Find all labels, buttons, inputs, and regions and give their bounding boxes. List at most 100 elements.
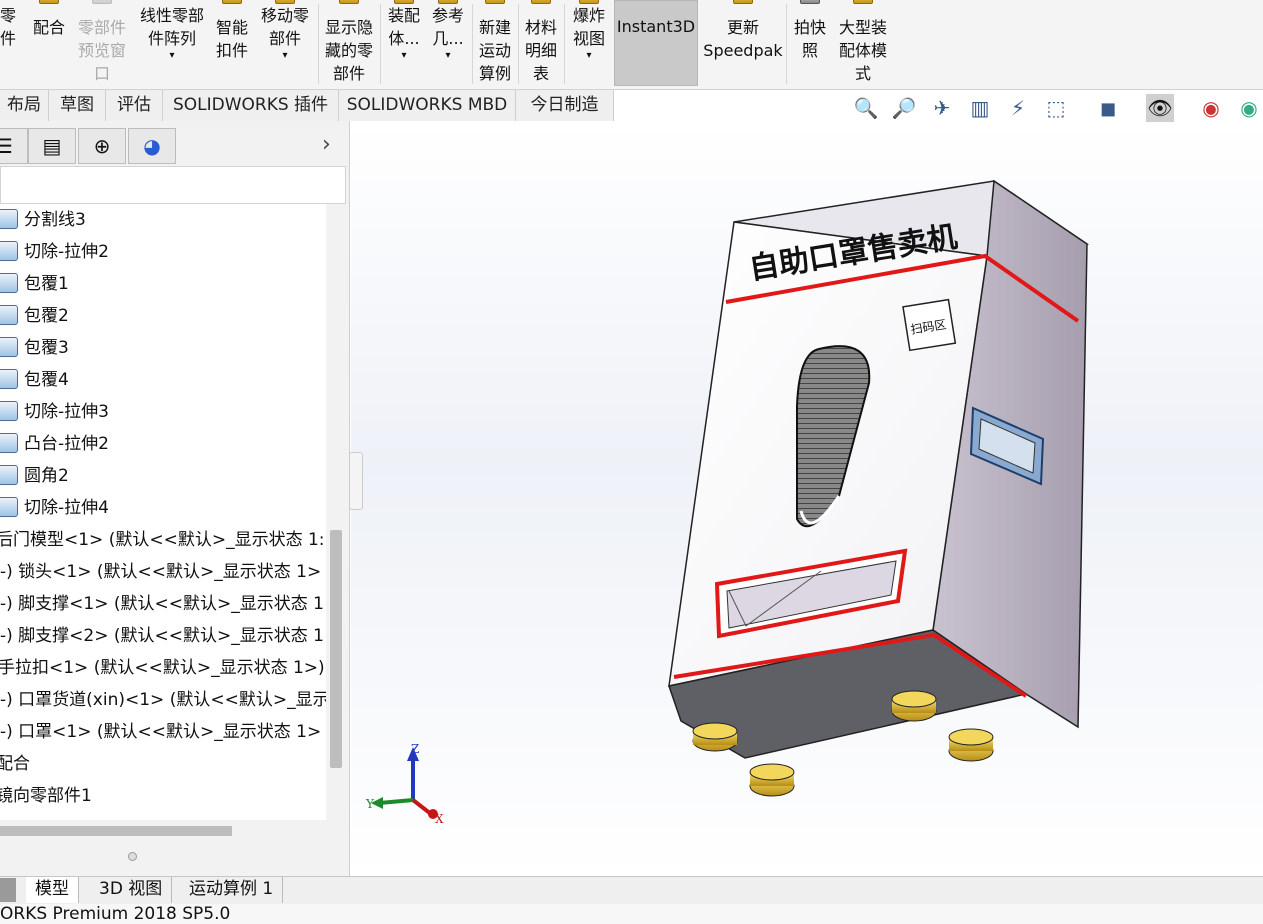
ribbon-update-speedpak-button[interactable]: 更新 Speedpak — [702, 0, 784, 88]
display-manager-tab[interactable]: ◕ — [128, 128, 176, 164]
dropdown-arrow-icon[interactable]: ▾ — [134, 50, 210, 62]
tree-item[interactable]: 配合 — [0, 748, 30, 780]
cut-extrude-icon — [0, 497, 18, 517]
section-view-icon[interactable]: ▥ — [966, 94, 994, 122]
zoom-to-fit-icon[interactable]: 🔍 — [852, 94, 880, 122]
status-bar: ORKS Premium 2018 SP5.0 — [0, 904, 1263, 924]
ribbon-reference-geometry-button[interactable]: 参考 几... ▾ — [428, 0, 468, 88]
foot-back-left — [749, 763, 795, 797]
reference-geometry-icon — [438, 0, 458, 4]
tree-item[interactable]: 包覆4 — [0, 364, 69, 396]
component-preview-icon — [92, 0, 112, 4]
foot-front-right — [891, 690, 937, 722]
tab-solidworks-mbd[interactable]: SOLIDWORKS MBD — [339, 90, 516, 121]
display-style-icon[interactable]: ◼ — [1094, 94, 1122, 122]
ribbon-instant3d-button[interactable]: Instant3D — [614, 0, 698, 86]
large-assembly-icon — [853, 0, 873, 4]
ribbon-bill-of-materials-button[interactable]: 材料 明细 表 — [520, 0, 562, 88]
previous-view-icon[interactable]: ✈ — [928, 94, 956, 122]
tree-item[interactable]: 圆角2 — [0, 460, 69, 492]
qr-code-area: 扫码区 — [902, 298, 957, 352]
ribbon-insert-part-button[interactable]: 零 件 — [0, 0, 26, 88]
ribbon-show-hidden-components-button[interactable]: 显示隐 藏的零 部件 — [320, 0, 378, 88]
tab-solidworks-addins[interactable]: SOLIDWORKS 插件 — [163, 90, 339, 121]
tree-horizontal-scrollbar[interactable] — [0, 826, 232, 836]
tree-item[interactable]: -) 锁头<1> (默认<<默认>_显示状态 1> — [0, 556, 321, 588]
wrap-icon — [0, 337, 18, 357]
foot-front-left — [692, 722, 738, 752]
zoom-to-area-icon[interactable]: 🔎 — [890, 94, 918, 122]
motion-study-icon — [485, 0, 505, 4]
tree-filter-input[interactable] — [0, 166, 346, 204]
ribbon-mate-button[interactable]: 配合 — [28, 0, 70, 88]
show-hidden-icon — [339, 0, 359, 4]
chevron-right-icon[interactable]: › — [322, 132, 331, 157]
smart-fastener-icon — [222, 0, 242, 4]
assembly-features-icon — [394, 0, 414, 4]
ribbon-separator — [518, 4, 519, 84]
tab-3d-views[interactable]: 3D 视图 — [90, 877, 173, 903]
panel-splitter-handle[interactable] — [349, 452, 363, 510]
dropdown-arrow-icon[interactable]: ▾ — [566, 50, 612, 62]
tab-motion-study-1[interactable]: 运动算例 1 — [180, 877, 284, 903]
tree-item[interactable]: 后门模型<1> (默认<<默认>_显示状态 1: — [0, 524, 325, 556]
tree-item[interactable]: 包覆1 — [0, 268, 69, 300]
tree-item[interactable]: 切除-拉伸3 — [0, 396, 109, 428]
exploded-view-icon — [579, 0, 599, 4]
ribbon-move-component-button[interactable]: 移动零 部件 ▾ — [254, 0, 316, 88]
ribbon-separator — [472, 4, 473, 84]
tree-item[interactable]: -) 口罩货道(xin)<1> (默认<<默认>_显示 — [0, 684, 326, 716]
ribbon-new-motion-study-button[interactable]: 新建 运动 算例 — [474, 0, 516, 88]
tree-item[interactable]: -) 口罩<1> (默认<<默认>_显示状态 1> — [0, 716, 321, 748]
tree-item[interactable]: 凸台-拉伸2 — [0, 428, 109, 460]
tree-item[interactable]: -) 脚支撑<1> (默认<<默认>_显示状态 1 — [0, 588, 324, 620]
feature-manager-tab[interactable]: ☰ — [0, 128, 28, 164]
bill-of-materials-icon — [531, 0, 551, 4]
tab-sketch[interactable]: 草图 — [49, 90, 106, 121]
tree-item[interactable]: 切除-拉伸4 — [0, 492, 109, 524]
tree-vertical-scrollbar[interactable] — [330, 530, 342, 768]
property-manager-tab[interactable]: ▤ — [28, 128, 76, 164]
boss-extrude-icon — [0, 433, 18, 453]
tree-item[interactable]: 镜向零部件1 — [0, 780, 92, 812]
tab-manufacturing-today[interactable]: 今日制造 — [516, 90, 614, 121]
ribbon-exploded-view-button[interactable]: 爆炸 视图 ▾ — [566, 0, 612, 88]
tree-item[interactable]: 手拉扣<1> (默认<<默认>_显示状态 1>) — [0, 652, 325, 684]
svg-text:Y: Y — [365, 797, 375, 811]
ribbon-separator — [318, 4, 319, 84]
tab-model[interactable]: 模型 — [26, 877, 79, 903]
graphics-viewport[interactable]: 自助口罩售卖机 扫码区 Z Y X — [351, 121, 1263, 876]
ribbon-linear-pattern-button[interactable]: 线性零部 件阵列 ▾ — [134, 0, 210, 88]
ribbon-snapshot-button[interactable]: 拍快 照 — [788, 0, 832, 88]
hide-show-items-icon[interactable]: 👁 — [1146, 94, 1174, 122]
ribbon-smart-fasteners-button[interactable]: 智能 扣件 — [212, 0, 252, 88]
tab-scroll-left-icon[interactable] — [0, 878, 16, 902]
tree-item[interactable]: 切除-拉伸2 — [0, 236, 109, 268]
tab-layout[interactable]: 布局 — [0, 90, 49, 121]
ribbon-large-assembly-mode-button[interactable]: 大型装 配体模 式 — [834, 0, 892, 88]
ribbon-assembly-features-button[interactable]: 装配 体... ▾ — [384, 0, 424, 88]
tree-item[interactable]: 包覆3 — [0, 332, 69, 364]
dropdown-arrow-icon[interactable]: ▾ — [254, 50, 316, 62]
foot-back-right — [948, 728, 994, 762]
dropdown-arrow-icon[interactable]: ▾ — [428, 50, 468, 62]
dynamic-annotation-icon[interactable]: ⚡ — [1004, 94, 1032, 122]
panel-resize-handle[interactable] — [128, 852, 137, 861]
dropdown-arrow-icon[interactable]: ▾ — [384, 50, 424, 62]
camera-icon — [800, 0, 820, 4]
tree-item[interactable]: 分割线3 — [0, 204, 86, 236]
ribbon-separator — [380, 4, 381, 84]
scenes-icon[interactable]: ◉ — [1235, 94, 1263, 122]
tree-item[interactable]: 包覆2 — [0, 300, 69, 332]
ribbon-component-preview-button[interactable]: 零部件 预览窗 口 — [72, 0, 132, 88]
tree-item[interactable]: -) 脚支撑<2> (默认<<默认>_显示状态 1 — [0, 620, 324, 652]
view-orientation-icon[interactable]: ⬚ — [1042, 94, 1070, 122]
edit-appearance-icon[interactable]: ◉ — [1197, 94, 1225, 122]
wrap-icon — [0, 305, 18, 325]
tab-evaluate[interactable]: 评估 — [106, 90, 163, 121]
ribbon-separator — [564, 4, 565, 84]
feature-tree[interactable]: 分割线3 切除-拉伸2 包覆1 包覆2 包覆3 包覆4 切除-拉伸3 凸台-拉伸… — [0, 204, 326, 820]
vending-machine-model[interactable]: 自助口罩售卖机 扫码区 Z Y X — [351, 121, 1263, 876]
configuration-manager-tab[interactable]: ⊕ — [78, 128, 126, 164]
svg-text:X: X — [435, 812, 444, 826]
